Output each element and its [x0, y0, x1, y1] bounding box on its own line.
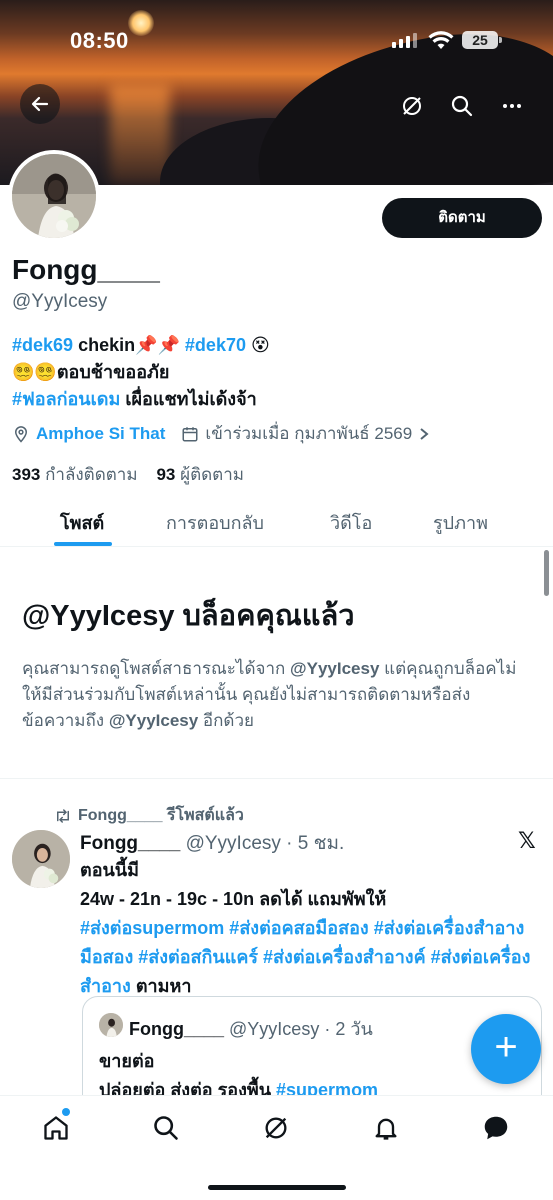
hashtag-link[interactable]: #dek69: [12, 335, 73, 355]
display-name: Fongg____: [12, 254, 160, 285]
following-link[interactable]: 393 กำลังติดตาม: [12, 465, 138, 484]
status-bar: 08:50 25: [0, 0, 553, 80]
signal-icon: [392, 32, 418, 48]
post-author[interactable]: Fongg____: [80, 833, 180, 854]
profile-tabs: โพสต์ การตอบกลับ วิดีโอ รูปภาพ: [0, 500, 553, 547]
grok-icon: [265, 1117, 287, 1139]
messages-icon: [484, 1116, 508, 1140]
repost-icon: [57, 808, 69, 823]
blocked-title: @YyyIcesy บล็อคคุณแล้ว: [22, 600, 355, 632]
calendar-icon: [182, 426, 198, 441]
profile-avatar[interactable]: [8, 150, 100, 242]
chevron-right-icon[interactable]: [418, 427, 430, 441]
x-logo-icon: 𝕏: [518, 828, 536, 853]
profile-meta: Amphoe Si That เข้าร่วมเมื่อ กุมภาพันธ์ …: [12, 420, 430, 447]
nav-notifications[interactable]: [368, 1110, 404, 1146]
tab-videos[interactable]: วิดีโอ: [330, 508, 372, 537]
location-icon: [14, 425, 28, 443]
notifications-icon: [375, 1118, 397, 1140]
battery-icon: 25: [462, 31, 502, 49]
more-icon: [503, 104, 521, 108]
home-notification-dot: [62, 1108, 70, 1116]
grok-icon: [403, 97, 421, 115]
home-indicator: [208, 1185, 346, 1190]
more-button[interactable]: [494, 88, 530, 124]
tab-photos[interactable]: รูปภาพ: [433, 508, 488, 537]
search-icon: [451, 95, 473, 117]
grok-button[interactable]: [394, 88, 430, 124]
profile-handle: @YyyIcesy: [12, 291, 108, 312]
follow-counts: 393 กำลังติดตาม 93 ผู้ติดตาม: [12, 461, 244, 488]
nav-messages[interactable]: [478, 1110, 514, 1146]
nav-grok[interactable]: [258, 1110, 294, 1146]
nav-home[interactable]: [38, 1110, 74, 1146]
home-icon: [44, 1116, 68, 1140]
arrow-left-icon: [31, 96, 49, 112]
nav-search[interactable]: [148, 1110, 184, 1146]
quote-header: Fongg____ @YyyIcesy · 2 วัน: [129, 1019, 373, 1039]
hashtag-link[interactable]: #ฟอลก่อนเดม: [12, 389, 120, 409]
wifi-icon: [428, 30, 454, 55]
follow-button[interactable]: ติดตาม: [382, 198, 542, 238]
compose-button[interactable]: +: [471, 1014, 541, 1084]
blocked-notice: @YyyIcesy บล็อคคุณแล้ว คุณสามารถดูโพสต์ส…: [22, 592, 522, 734]
scrollbar[interactable]: [544, 550, 549, 596]
status-time: 08:50: [70, 28, 129, 53]
repost-indicator: Fongg____ รีโพสต์แล้ว: [54, 803, 244, 828]
search-icon: [154, 1116, 178, 1140]
hashtag-link[interactable]: #dek70: [185, 335, 246, 355]
profile-bio: #dek69 chekin📌📌 #dek70 😵 😵‍💫😵‍💫ตอบช้าขออ…: [12, 335, 270, 409]
quote-avatar: [99, 1013, 123, 1037]
followers-link[interactable]: 93 ผู้ติดตาม: [156, 465, 244, 484]
joined-date: เข้าร่วมเมื่อ กุมภาพันธ์ 2569: [205, 424, 413, 443]
active-tab-indicator: [54, 542, 112, 546]
search-button[interactable]: [444, 88, 480, 124]
post-header: Fongg____ @YyyIcesy · 5 ชม.: [80, 833, 345, 854]
location-link[interactable]: Amphoe Si That: [36, 424, 165, 444]
blocked-description: คุณสามารถดูโพสต์สาธารณะได้จาก @YyyIcesy …: [22, 659, 517, 730]
back-button[interactable]: [20, 84, 60, 124]
tab-replies[interactable]: การตอบกลับ: [166, 508, 264, 537]
post-body: ตอนนี้มี 24w - 21n - 19c - 10n ลดได้ แถม…: [80, 860, 531, 996]
divider: [0, 778, 553, 779]
tab-posts[interactable]: โพสต์: [60, 508, 104, 537]
post-avatar[interactable]: [12, 830, 70, 888]
